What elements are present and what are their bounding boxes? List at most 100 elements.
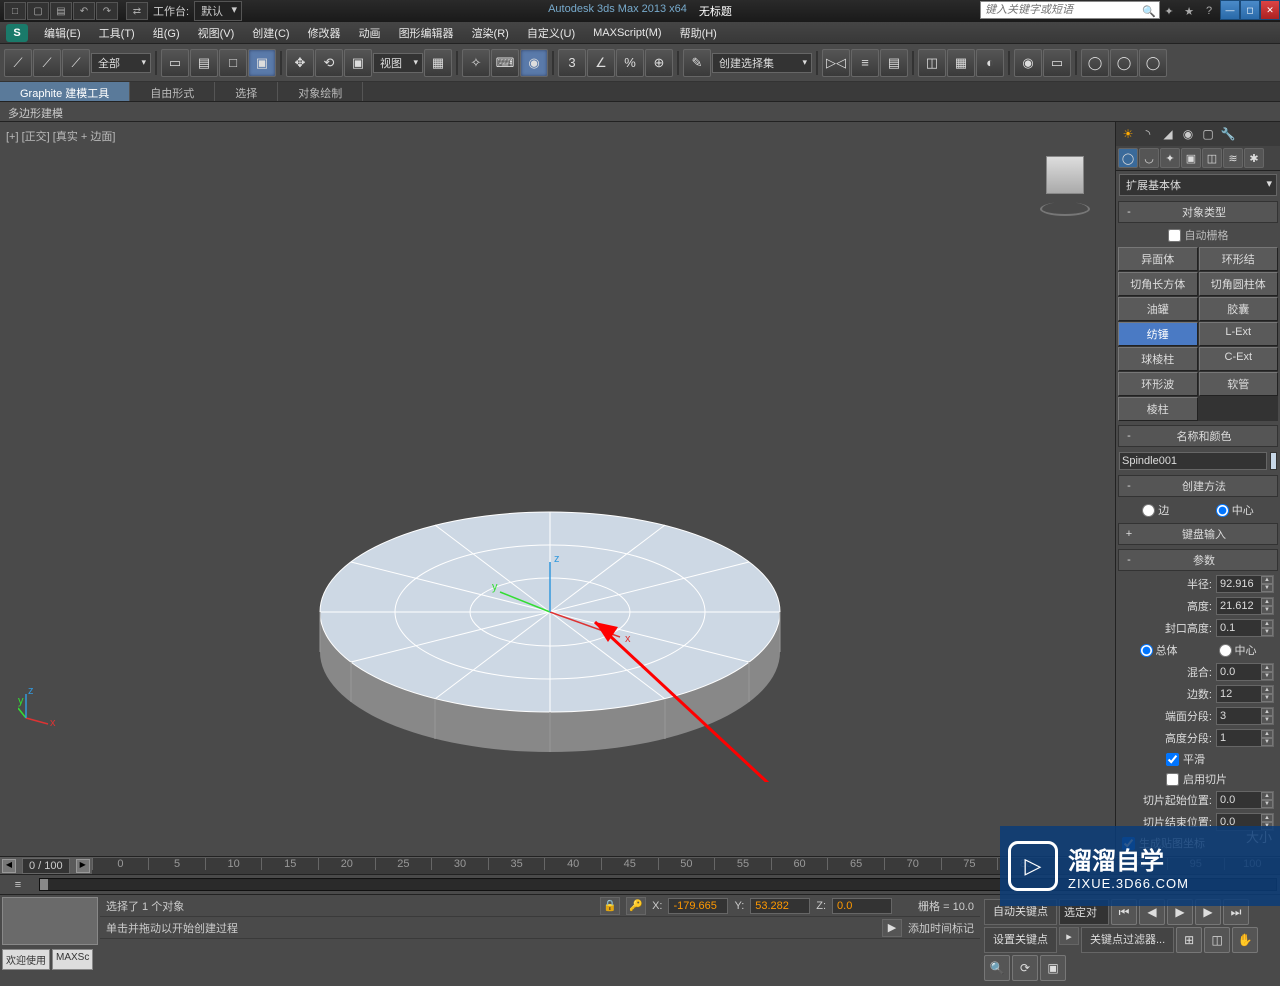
search-go-icon[interactable]: 🔍 <box>1140 2 1158 20</box>
new-icon[interactable]: □ <box>4 2 26 20</box>
rollout-objtype[interactable]: -对象类型 <box>1118 201 1278 223</box>
teapot1-icon[interactable]: ◯ <box>1081 49 1109 77</box>
sun-icon[interactable]: ☀ <box>1119 125 1137 143</box>
spot-icon[interactable]: ◢ <box>1159 125 1177 143</box>
menu-views[interactable]: 视图(V) <box>190 22 243 44</box>
smooth-check[interactable]: 平滑 <box>1116 749 1280 769</box>
window-select-icon[interactable]: ▣ <box>248 49 276 77</box>
redo-icon[interactable]: ↷ <box>96 2 118 20</box>
rollout-method[interactable]: -创建方法 <box>1118 475 1278 497</box>
nav2-icon[interactable]: ◫ <box>1204 927 1230 953</box>
menu-tools[interactable]: 工具(T) <box>91 22 143 44</box>
rect-select-icon[interactable]: □ <box>219 49 247 77</box>
ribbon-graphite[interactable]: Graphite 建模工具 <box>0 82 130 101</box>
centers-radio[interactable]: 中心 <box>1219 642 1257 658</box>
viewport-label[interactable]: [+] [正交] [真实 + 边面] <box>6 128 115 144</box>
helpers-tab-icon[interactable]: ◫ <box>1202 148 1222 168</box>
nav1-icon[interactable]: ⊞ <box>1176 927 1202 953</box>
snap3-icon[interactable]: 3 <box>558 49 586 77</box>
spinner-snap-icon[interactable]: ⊕ <box>645 49 673 77</box>
viewcube[interactable] <box>1035 150 1095 210</box>
key-mode-icon[interactable]: ▸ <box>1059 927 1079 945</box>
search-input[interactable] <box>980 1 1160 19</box>
minimize-button[interactable]: — <box>1220 0 1240 20</box>
material-editor-icon[interactable]: ◐ <box>976 49 1004 77</box>
x-input[interactable] <box>668 898 728 914</box>
systems-tab-icon[interactable]: ✱ <box>1244 148 1264 168</box>
type-spindle[interactable]: 纺锤 <box>1118 322 1198 346</box>
percent-snap-icon[interactable]: % <box>616 49 644 77</box>
type-hose[interactable]: 软管 <box>1199 372 1279 396</box>
cameras-tab-icon[interactable]: ▣ <box>1181 148 1201 168</box>
menu-animation[interactable]: 动画 <box>351 22 389 44</box>
manip-icon[interactable]: ✧ <box>462 49 490 77</box>
capsegs-spinner[interactable]: ▲▼ <box>1261 708 1273 724</box>
slice-from-spinner[interactable]: ▲▼ <box>1261 792 1273 808</box>
pivot-icon[interactable]: ▦ <box>424 49 452 77</box>
height-spinner[interactable]: ▲▼ <box>1261 598 1273 614</box>
menu-create[interactable]: 创建(C) <box>244 22 297 44</box>
type-prism[interactable]: 棱柱 <box>1118 397 1198 421</box>
menu-group[interactable]: 组(G) <box>145 22 188 44</box>
rollout-params[interactable]: -参数 <box>1118 549 1278 571</box>
teapot3-icon[interactable]: ◯ <box>1139 49 1167 77</box>
undo-icon[interactable]: ↶ <box>73 2 95 20</box>
object-color-swatch[interactable] <box>1270 452 1277 470</box>
viewport[interactable]: [+] [正交] [真实 + 边面] <box>0 122 1115 856</box>
method-edge[interactable]: 边 <box>1142 502 1169 518</box>
save-icon[interactable]: ▤ <box>50 2 72 20</box>
maxview-icon[interactable]: ▣ <box>1040 955 1066 981</box>
radius-input[interactable] <box>1217 576 1261 592</box>
sphere-icon[interactable]: ◉ <box>1179 125 1197 143</box>
height-input[interactable] <box>1217 598 1261 614</box>
keyfilter-button[interactable]: 关键点过滤器... <box>1081 927 1174 953</box>
monitor-icon[interactable]: ▢ <box>1199 125 1217 143</box>
autogrid-check[interactable]: 自动栅格 <box>1116 225 1280 245</box>
keyboard-icon[interactable]: ⌨ <box>491 49 519 77</box>
type-ringwave[interactable]: 环形波 <box>1118 372 1198 396</box>
scale-tool-icon[interactable]: ▣ <box>344 49 372 77</box>
bind-tool-icon[interactable]: ⟋ <box>62 49 90 77</box>
slice-check[interactable]: 启用切片 <box>1116 769 1280 789</box>
tool2-icon[interactable]: ★ <box>1180 2 1198 20</box>
lights-tab-icon[interactable]: ✦ <box>1160 148 1180 168</box>
lock-icon[interactable]: 🔒 <box>600 897 620 915</box>
select-tool-icon[interactable]: ▭ <box>161 49 189 77</box>
curve-editor-icon[interactable]: ◫ <box>918 49 946 77</box>
unlink-tool-icon[interactable]: ⟋ <box>33 49 61 77</box>
category-dropdown[interactable]: 扩展基本体 <box>1119 174 1277 196</box>
type-lext[interactable]: L-Ext <box>1199 322 1279 346</box>
geometry-tab-icon[interactable]: ◯ <box>1118 148 1138 168</box>
close-button[interactable]: ✕ <box>1260 0 1280 20</box>
zoom-icon[interactable]: 🔍 <box>984 955 1010 981</box>
select-name-icon[interactable]: ▤ <box>190 49 218 77</box>
slice-from-input[interactable] <box>1217 792 1261 808</box>
mirror-icon[interactable]: ▷◁ <box>822 49 850 77</box>
render-frame-icon[interactable]: ▭ <box>1043 49 1071 77</box>
sides-spinner[interactable]: ▲▼ <box>1261 686 1273 702</box>
type-torusknot[interactable]: 环形结 <box>1199 247 1279 271</box>
help-search[interactable] <box>980 1 1160 19</box>
snap-toggle-icon[interactable]: ◉ <box>520 49 548 77</box>
open-icon[interactable]: ▢ <box>27 2 49 20</box>
move-tool-icon[interactable]: ✥ <box>286 49 314 77</box>
ribbon-sub[interactable]: 多边形建模 <box>0 102 1280 122</box>
addtime-label[interactable]: 添加时间标记 <box>908 920 974 936</box>
rotate-tool-icon[interactable]: ⟲ <box>315 49 343 77</box>
cap-input[interactable] <box>1217 620 1261 636</box>
menu-help[interactable]: 帮助(H) <box>672 22 725 44</box>
wrench-icon[interactable]: 🔧 <box>1219 125 1237 143</box>
z-input[interactable] <box>832 898 892 914</box>
track-config-icon[interactable]: ≡ <box>0 875 36 894</box>
workspace-dropdown[interactable]: 默认 <box>194 1 242 21</box>
rollout-name[interactable]: -名称和颜色 <box>1118 425 1278 447</box>
setkey-button[interactable]: 设置关键点 <box>984 927 1057 953</box>
menu-maxscript[interactable]: MAXScript(M) <box>585 24 669 42</box>
render-setup-icon[interactable]: ◉ <box>1014 49 1042 77</box>
menu-rendering[interactable]: 渲染(R) <box>464 22 517 44</box>
hsegs-input[interactable] <box>1217 730 1261 746</box>
sides-input[interactable] <box>1217 686 1261 702</box>
cap-spinner[interactable]: ▲▼ <box>1261 620 1273 636</box>
orbit-icon[interactable]: ⟳ <box>1012 955 1038 981</box>
ribbon-paint[interactable]: 对象绘制 <box>278 82 363 101</box>
